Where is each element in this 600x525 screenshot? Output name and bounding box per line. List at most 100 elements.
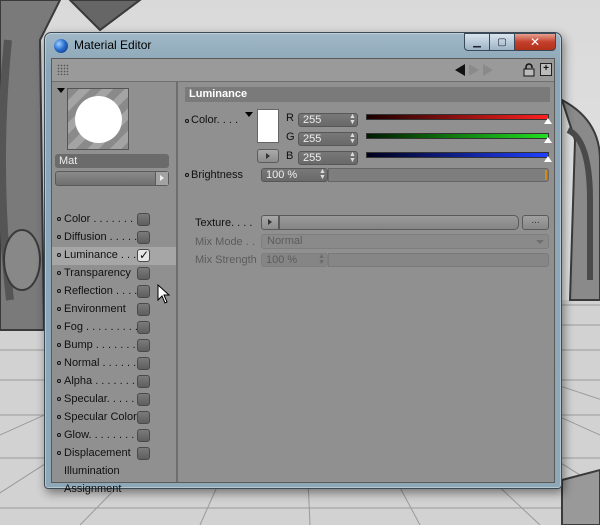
mix-strength-value: 100 % xyxy=(266,254,298,266)
expand-arrow-icon[interactable] xyxy=(155,172,168,185)
blue-value-field[interactable]: 255 ▲ ▼ xyxy=(298,151,358,165)
spinner-icon[interactable]: ▲ ▼ xyxy=(319,168,326,181)
extra-item[interactable]: Assignment xyxy=(52,481,176,499)
color-picker-button[interactable] xyxy=(257,149,279,163)
channel-label: Specular Color xyxy=(64,411,137,423)
channel-item[interactable]: Fog . . . . . . . . . . xyxy=(52,319,176,337)
texture-load-button[interactable] xyxy=(261,215,279,230)
blue-slider[interactable] xyxy=(366,152,552,162)
channel-enable-checkbox[interactable] xyxy=(137,303,150,316)
lock-icon[interactable] xyxy=(523,63,535,77)
spinner-icon[interactable]: ▲ ▼ xyxy=(349,151,356,164)
maximize-icon: ▢ xyxy=(497,36,507,48)
color-menu-icon[interactable] xyxy=(245,112,253,117)
mix-strength-slider[interactable] xyxy=(328,253,549,267)
channel-enable-checkbox[interactable] xyxy=(137,285,150,298)
green-slider[interactable] xyxy=(366,133,552,143)
mix-mode-label: Mix Mode . . xyxy=(195,236,255,248)
close-button[interactable]: ✕ xyxy=(514,33,556,51)
channel-label: Displacement xyxy=(64,447,131,459)
minimize-button[interactable]: ▁ xyxy=(464,33,490,51)
mix-mode-value: Normal xyxy=(267,235,303,247)
green-label: G xyxy=(286,131,295,143)
channel-item[interactable]: Luminance . . . . xyxy=(52,247,176,265)
material-name-field[interactable]: Mat xyxy=(55,154,169,168)
extra-item-label: Illumination xyxy=(64,465,120,477)
channel-enable-checkbox[interactable] xyxy=(137,339,150,352)
channel-label: Normal . . . . . . . xyxy=(64,357,143,369)
slider-thumb-icon[interactable] xyxy=(544,118,552,124)
channel-enable-checkbox[interactable] xyxy=(137,411,150,424)
channel-item[interactable]: Diffusion . . . . . . xyxy=(52,229,176,247)
channel-item[interactable]: Specular Color xyxy=(52,409,176,427)
channel-item[interactable]: Bump . . . . . . . . xyxy=(52,337,176,355)
channel-item[interactable]: Transparency xyxy=(52,265,176,283)
channel-enable-checkbox[interactable] xyxy=(137,321,150,334)
channel-bullet-icon xyxy=(57,307,61,311)
channel-bullet-icon xyxy=(57,343,61,347)
new-window-icon[interactable]: + xyxy=(540,63,552,76)
channel-item[interactable]: Glow. . . . . . . . . xyxy=(52,427,176,445)
channel-bullet-icon xyxy=(57,289,61,293)
brightness-label: Brightness xyxy=(191,169,243,181)
channel-enable-checkbox[interactable] xyxy=(137,357,150,370)
channel-item[interactable]: Specular. . . . . . xyxy=(52,391,176,409)
texture-field[interactable] xyxy=(279,215,519,230)
channel-enable-checkbox[interactable] xyxy=(137,393,150,406)
channel-enable-checkbox[interactable] xyxy=(137,447,150,460)
channel-label: Environment xyxy=(64,303,126,315)
channel-label: Luminance . . . . xyxy=(64,249,143,261)
texture-browse-button[interactable]: ... xyxy=(522,215,549,230)
forward-end-arrow-icon[interactable] xyxy=(483,64,493,76)
channel-enable-checkbox[interactable] xyxy=(137,213,150,226)
material-preview[interactable] xyxy=(67,88,129,150)
blue-value: 255 xyxy=(303,152,322,164)
spinner-icon[interactable]: ▲ ▼ xyxy=(349,132,356,145)
channel-item[interactable]: Color . . . . . . . . xyxy=(52,211,176,229)
channel-item[interactable]: Normal . . . . . . . xyxy=(52,355,176,373)
extra-item[interactable]: Illumination xyxy=(52,463,176,481)
grip-icon[interactable] xyxy=(57,64,69,75)
forward-arrow-icon[interactable] xyxy=(469,64,479,76)
title-bar[interactable]: Material Editor ▁ ▢ ✕ xyxy=(45,33,561,58)
brightness-level-mark xyxy=(545,170,547,180)
mix-strength-field[interactable]: 100 % ▲ ▼ xyxy=(261,253,328,267)
slider-thumb-icon[interactable] xyxy=(544,137,552,143)
brightness-bullet-icon xyxy=(185,173,189,177)
channel-item[interactable]: Displacement xyxy=(52,445,176,463)
red-label: R xyxy=(286,112,294,124)
channel-enable-checkbox[interactable] xyxy=(137,267,150,280)
channel-bullet-icon xyxy=(57,451,61,455)
chevron-down-icon xyxy=(536,240,544,244)
back-arrow-icon[interactable] xyxy=(455,64,465,76)
channel-label: Transparency xyxy=(64,267,131,279)
luminance-properties-panel: Luminance Color. . . . R 255 ▲ ▼ G 255 ▲ ▼… xyxy=(179,82,554,482)
channel-enable-checkbox[interactable] xyxy=(137,429,150,442)
mix-mode-select[interactable]: Normal xyxy=(261,234,549,249)
channel-bullet-icon xyxy=(57,325,61,329)
channel-enable-checkbox[interactable] xyxy=(137,231,150,244)
maximize-button[interactable]: ▢ xyxy=(489,33,515,51)
minimize-icon: ▁ xyxy=(473,36,481,48)
channel-label: Color . . . . . . . . xyxy=(64,213,140,225)
close-icon: ✕ xyxy=(529,35,541,49)
channel-enable-checkbox[interactable] xyxy=(137,375,150,388)
channel-bullet-icon xyxy=(57,253,61,257)
material-expand-bar[interactable] xyxy=(55,171,169,186)
spinner-icon[interactable]: ▲ ▼ xyxy=(318,253,325,266)
material-editor-window: Material Editor ▁ ▢ ✕ + Mat Color . . . … xyxy=(44,32,562,495)
channel-bullet-icon xyxy=(57,217,61,221)
red-value-field[interactable]: 255 ▲ ▼ xyxy=(298,113,358,127)
brightness-value-field[interactable]: 100 % ▲ ▼ xyxy=(261,168,328,182)
extra-item-label: Assignment xyxy=(64,483,122,495)
brightness-slider[interactable] xyxy=(328,168,549,182)
channel-enable-checkbox[interactable] xyxy=(137,248,150,262)
channel-item[interactable]: Alpha . . . . . . . . xyxy=(52,373,176,391)
preview-menu-icon[interactable] xyxy=(57,88,65,93)
slider-thumb-icon[interactable] xyxy=(544,156,552,162)
color-swatch[interactable] xyxy=(257,109,279,143)
channel-label: Specular. . . . . . xyxy=(64,393,141,405)
green-value-field[interactable]: 255 ▲ ▼ xyxy=(298,132,358,146)
spinner-icon[interactable]: ▲ ▼ xyxy=(349,113,356,126)
red-slider[interactable] xyxy=(366,114,552,124)
